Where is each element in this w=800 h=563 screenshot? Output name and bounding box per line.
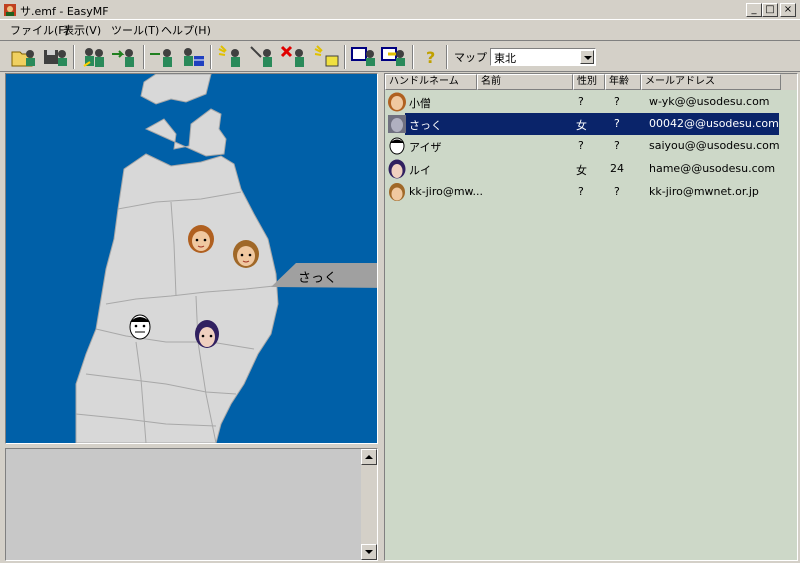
save-file-icon[interactable] xyxy=(42,44,70,70)
cell-handle: さっく xyxy=(409,119,442,132)
minimize-button[interactable]: _ xyxy=(746,3,762,17)
map-label: マップ xyxy=(454,51,487,64)
svg-text:?: ? xyxy=(426,48,435,67)
window-transfer-icon[interactable] xyxy=(380,44,408,70)
cell-age: ? xyxy=(614,139,620,152)
toolbar-separator xyxy=(143,45,145,69)
chevron-down-icon[interactable] xyxy=(580,50,594,64)
toolbar-separator xyxy=(73,45,75,69)
user-map-icon[interactable] xyxy=(178,44,206,70)
user-add-icon[interactable] xyxy=(148,44,176,70)
title-bar: サ.emf - EasyMF _ □ × xyxy=(0,0,800,20)
cell-gender: 女 xyxy=(576,164,587,177)
user-list[interactable]: ハンドルネーム 名前 性別 年齢 メールアドレス 小僧 ? ? w-yk@@us… xyxy=(384,73,798,561)
app-icon xyxy=(4,4,16,16)
menu-file[interactable]: ファイル(F) xyxy=(10,22,69,38)
region-select-value: 東北 xyxy=(494,52,516,65)
list-item[interactable]: アイザ ? ? saiyou@@usodesu.com xyxy=(385,135,797,157)
menu-tools[interactable]: ツール(T) xyxy=(111,22,159,38)
cell-email: saiyou@@usodesu.com xyxy=(649,139,780,152)
cell-age: ? xyxy=(614,117,620,130)
menu-bar: ファイル(F) 表示(V) ツール(T) ヘルプ(H) xyxy=(0,20,800,38)
vertical-scrollbar[interactable] xyxy=(361,449,377,560)
tohoku-map xyxy=(75,74,279,443)
cell-email: 00042@@usodesu.com xyxy=(649,117,779,130)
column-name[interactable]: 名前 xyxy=(477,74,573,90)
purple-hair-avatar-icon xyxy=(388,159,406,179)
cell-gender: 女 xyxy=(576,119,587,132)
map-view[interactable]: さっく xyxy=(5,73,378,444)
help-icon[interactable]: ? xyxy=(418,44,446,70)
cell-gender: ? xyxy=(578,139,584,152)
user-link-icon[interactable] xyxy=(110,44,138,70)
cell-handle: 小僧 xyxy=(409,97,431,110)
menu-help[interactable]: ヘルプ(H) xyxy=(161,22,211,38)
column-gender[interactable]: 性別 xyxy=(573,74,605,90)
woman-avatar-icon xyxy=(388,92,406,112)
list-item[interactable]: さっく 女 ? 00042@@usodesu.com xyxy=(385,113,797,135)
cell-email: w-yk@@usodesu.com xyxy=(649,95,770,108)
list-header: ハンドルネーム 名前 性別 年齢 メールアドレス xyxy=(385,74,797,90)
cell-gender: ? xyxy=(578,185,584,198)
toolbar-separator xyxy=(344,45,346,69)
message-area[interactable] xyxy=(5,448,378,561)
cell-handle: ルイ xyxy=(409,164,431,177)
map-callout-label: さっく xyxy=(298,271,338,286)
menu-view[interactable]: 表示(V) xyxy=(63,22,101,38)
column-handle[interactable]: ハンドルネーム xyxy=(385,74,477,90)
toolbar-separator xyxy=(446,45,448,69)
toolbar: ? xyxy=(0,40,800,72)
cell-handle: アイザ xyxy=(409,141,442,154)
cell-handle: kk-jiro@mw... xyxy=(409,185,484,198)
list-item[interactable]: 小僧 ? ? w-yk@@usodesu.com xyxy=(385,91,797,113)
cell-gender: ? xyxy=(578,95,584,108)
man-avatar-icon xyxy=(389,137,405,155)
cell-age: ? xyxy=(614,95,620,108)
toolbar-separator xyxy=(210,45,212,69)
flash-user-icon[interactable] xyxy=(216,44,244,70)
region-select[interactable]: 東北 xyxy=(490,48,596,66)
delete-user-icon[interactable] xyxy=(280,44,308,70)
column-email[interactable]: メールアドレス xyxy=(641,74,781,90)
list-item[interactable]: kk-jiro@mw... ? ? kk-jiro@mwnet.or.jp xyxy=(385,181,797,203)
toolbar-separator xyxy=(412,45,414,69)
cell-email: kk-jiro@mwnet.or.jp xyxy=(649,185,759,198)
maximize-button[interactable]: □ xyxy=(762,3,778,17)
flash-note-icon[interactable] xyxy=(312,44,340,70)
woman-avatar-icon[interactable] xyxy=(186,224,216,254)
edit-user-icon[interactable] xyxy=(248,44,276,70)
purple-hair-avatar-icon[interactable] xyxy=(193,319,221,351)
scroll-up-button[interactable] xyxy=(361,449,377,465)
window-title: サ.emf - EasyMF xyxy=(20,5,109,18)
open-file-icon[interactable] xyxy=(10,44,38,70)
user-group-icon[interactable] xyxy=(80,44,108,70)
window-user-icon[interactable] xyxy=(350,44,378,70)
boy-avatar-icon xyxy=(389,183,405,201)
close-button[interactable]: × xyxy=(780,3,796,17)
gray-avatar-icon xyxy=(388,115,406,133)
cell-age: 24 xyxy=(610,162,624,175)
cell-email: hame@@usodesu.com xyxy=(649,162,776,175)
scroll-down-button[interactable] xyxy=(361,544,377,560)
man-avatar-icon[interactable] xyxy=(126,312,154,342)
woman-avatar-icon[interactable] xyxy=(231,239,261,269)
cell-age: ? xyxy=(614,185,620,198)
column-age[interactable]: 年齢 xyxy=(605,74,641,90)
list-item[interactable]: ルイ 女 24 hame@@usodesu.com xyxy=(385,158,797,180)
